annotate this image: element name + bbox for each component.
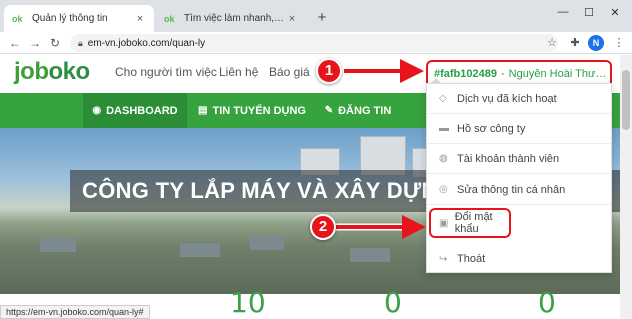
edit-icon: ✎ xyxy=(324,105,334,116)
minimize-button[interactable]: — xyxy=(552,6,574,18)
bookmark-star-icon[interactable]: ☆ xyxy=(543,34,561,52)
menu-dich-vu[interactable]: ◇ Dịch vụ đã kích hoạt xyxy=(427,84,611,114)
user-edit-icon: ◎ xyxy=(439,184,448,195)
nav-lien-he[interactable]: Liên hệ xyxy=(219,65,258,79)
maximize-button[interactable]: ☐ xyxy=(578,6,600,19)
user-separator: - xyxy=(501,68,505,80)
url-text: em-vn.joboko.com/quan-ly xyxy=(87,37,206,49)
profile-avatar[interactable]: N xyxy=(588,35,604,51)
user-name: Nguyễn Hoài Thươn... xyxy=(508,68,610,80)
diamond-icon: ◇ xyxy=(439,93,447,104)
more-menu-icon[interactable]: ⋮ xyxy=(610,34,628,52)
address-bar[interactable]: 🔒︎ em-vn.joboko.com/quan-ly xyxy=(70,34,558,52)
lock-icon: ▣ xyxy=(439,217,449,229)
close-tab-icon[interactable]: × xyxy=(134,13,146,25)
background-house xyxy=(350,248,390,262)
user-dropdown-menu: ◇ Dịch vụ đã kích hoạt ▬ Hồ sơ công ty ◍ Tà… xyxy=(426,83,612,273)
stat-value: 0 xyxy=(538,286,556,319)
nav-bao-gia[interactable]: Báo giá xyxy=(269,65,310,79)
background-house xyxy=(180,243,220,257)
reload-icon[interactable]: ↻ xyxy=(46,34,64,52)
menu-thoat[interactable]: ↪ Thoát xyxy=(427,244,611,274)
tab-tim-viec[interactable]: ok Tìm việc làm nhanh, tạo cv trực tu × xyxy=(156,5,306,32)
users-icon: ◍ xyxy=(439,153,448,164)
extensions-icon[interactable]: ✚ xyxy=(566,34,584,52)
new-tab-button[interactable]: + xyxy=(312,8,332,28)
nav-tin-tuyen-dung[interactable]: ▤ TIN TUYỂN DỤNG xyxy=(192,93,312,128)
joboko-favicon-icon: ok xyxy=(12,13,23,24)
menu-sua-thong-tin[interactable]: ◎ Sửa thông tin cá nhân xyxy=(427,175,611,205)
background-house xyxy=(250,236,284,250)
tab-title: Tìm việc làm nhanh, tạo cv trực tu xyxy=(184,13,286,24)
menu-tai-khoan-thanh-vien[interactable]: ◍ Tài khoản thành viên xyxy=(427,144,611,174)
tab-title: Quản lý thông tin xyxy=(32,13,108,24)
stat-value: 10 xyxy=(230,286,266,319)
close-window-button[interactable]: ✕ xyxy=(604,6,626,19)
nav-dang-tin[interactable]: ✎ ĐĂNG TIN xyxy=(318,93,398,128)
step-2-badge: 2 xyxy=(310,214,336,240)
lock-icon: 🔒︎ xyxy=(78,37,83,48)
nav-dashboard[interactable]: ◉ DASHBOARD xyxy=(83,93,187,128)
close-tab-icon[interactable]: × xyxy=(286,13,298,25)
joboko-favicon-icon: ok xyxy=(164,13,175,24)
stat-card: 0 xyxy=(298,286,438,319)
menu-ho-so-cong-ty[interactable]: ▬ Hồ sơ công ty xyxy=(427,114,611,144)
user-id: #fafb102489 xyxy=(434,68,497,80)
browser-toolbar: ← → ↻ 🔒︎ em-vn.joboko.com/quan-ly ☆ ✚ N … xyxy=(0,32,632,54)
joboko-logo[interactable]: joboko xyxy=(14,58,90,86)
nav-cho-nguoi-tim-viec[interactable]: Cho người tìm việc xyxy=(115,65,217,79)
status-bar-url: https://em-vn.joboko.com/quan-ly# xyxy=(0,305,150,319)
stat-value: 0 xyxy=(384,286,402,319)
menu-doi-mat-khau[interactable]: ▣ Đổi mật khẩu xyxy=(429,208,511,238)
browser-tab-bar: ok Quản lý thông tin × ok Tìm việc làm n… xyxy=(0,0,632,32)
briefcase-icon: ▬ xyxy=(439,123,449,134)
tab-quan-ly[interactable]: ok Quản lý thông tin × xyxy=(4,5,154,32)
back-arrow-icon[interactable]: ← xyxy=(6,34,24,52)
stat-card: 0 xyxy=(448,286,608,319)
scrollbar-thumb[interactable] xyxy=(622,70,630,130)
logout-icon: ↪ xyxy=(439,253,448,265)
dashboard-icon: ◉ xyxy=(92,105,102,116)
step-1-badge: 1 xyxy=(316,58,342,84)
stat-card: 10 xyxy=(148,286,288,319)
newspaper-icon: ▤ xyxy=(198,105,208,116)
background-house xyxy=(40,238,76,252)
forward-arrow-icon[interactable]: → xyxy=(26,34,44,52)
